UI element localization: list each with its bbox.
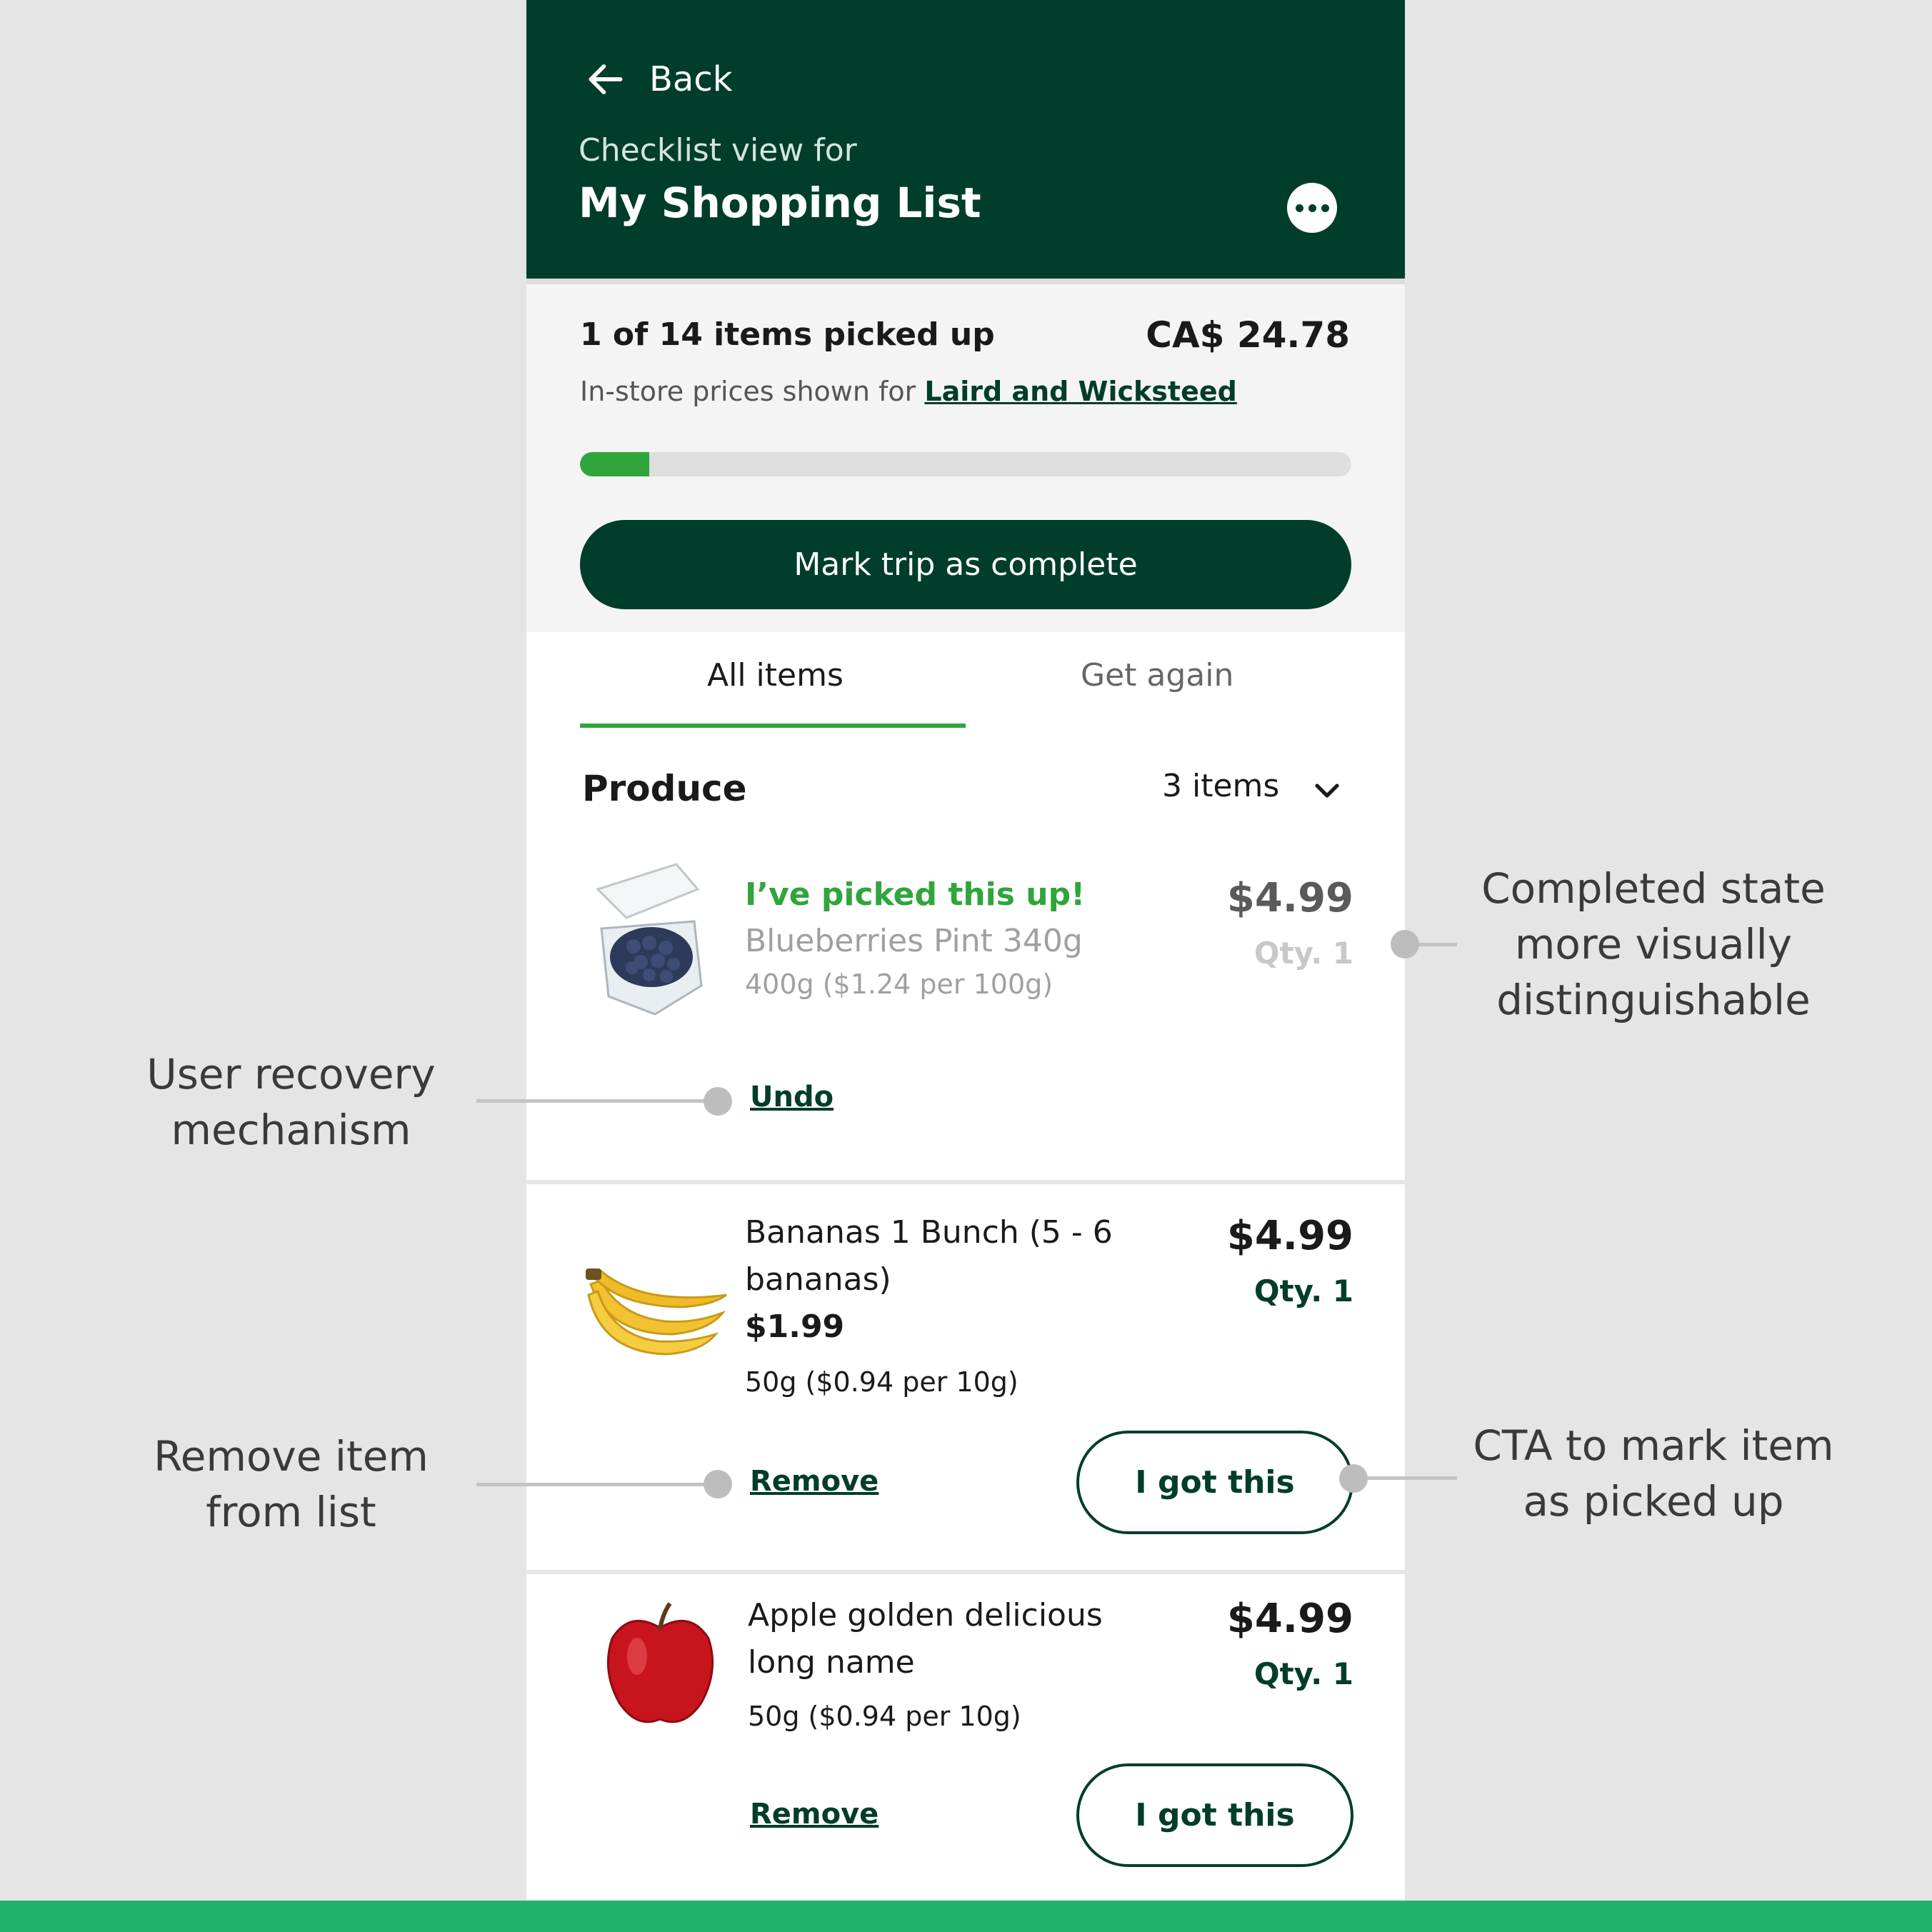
annotation-remove: Remove item from list xyxy=(93,1428,489,1540)
store-prefix: In-store prices shown for xyxy=(580,376,916,407)
back-button[interactable]: Back xyxy=(584,57,733,101)
annotation-line: Remove item xyxy=(154,1432,429,1481)
page-title: My Shopping List xyxy=(579,179,981,227)
bananas-image xyxy=(586,1268,727,1356)
i-got-this-button[interactable]: I got this xyxy=(1076,1763,1353,1867)
back-label: Back xyxy=(649,59,733,99)
annotation-line: User recovery xyxy=(146,1050,436,1098)
list-item: Bananas 1 Bunch (5 - 6 bananas) $1.99 50… xyxy=(526,1184,1405,1570)
item-sale-price: $1.99 xyxy=(745,1308,845,1345)
mark-trip-complete-button[interactable]: Mark trip as complete xyxy=(580,520,1351,609)
item-price: $4.99 xyxy=(1226,1213,1353,1259)
item-name-line1: Bananas 1 Bunch (5 - 6 xyxy=(745,1214,1113,1251)
header: Back Checklist view for My Shopping List xyxy=(526,0,1405,279)
store-line: In-store prices shown for Laird and Wick… xyxy=(580,376,1237,407)
annotation-dot xyxy=(704,1470,732,1498)
tab-get-again[interactable]: Get again xyxy=(1081,657,1233,694)
bottom-accent-bar xyxy=(0,1901,1932,1932)
progress-bar xyxy=(580,452,1351,476)
remove-link[interactable]: Remove xyxy=(750,1465,879,1498)
phone-screen: Back Checklist view for My Shopping List… xyxy=(526,0,1405,1901)
annotation-line: from list xyxy=(206,1488,376,1536)
i-got-this-button[interactable]: I got this xyxy=(1076,1431,1353,1534)
item-unit-price: 50g ($0.94 per 10g) xyxy=(748,1701,1021,1732)
annotation-cta: CTA to mark item as picked up xyxy=(1443,1418,1864,1529)
annotation-line: distinguishable xyxy=(1496,976,1811,1024)
section-header-produce[interactable]: Produce 3 items xyxy=(526,757,1405,821)
annotation-dot xyxy=(1339,1464,1368,1493)
annotation-connector xyxy=(476,1099,716,1103)
item-qty: Qty. 1 xyxy=(1253,1656,1353,1691)
item-name-line2: bananas) xyxy=(745,1261,891,1298)
blueberries-image xyxy=(596,863,703,1016)
item-price: $4.99 xyxy=(1226,875,1353,921)
annotation-dot xyxy=(704,1087,732,1116)
section-title: Produce xyxy=(582,768,747,809)
list-item: Apple golden delicious long name 50g ($0… xyxy=(526,1574,1405,1901)
annotation-line: mechanism xyxy=(171,1106,411,1154)
more-options-icon[interactable] xyxy=(1287,183,1337,233)
annotation-connector xyxy=(1353,1476,1457,1480)
section-count: 3 items xyxy=(1162,768,1280,804)
progress-fill xyxy=(580,452,650,476)
remove-link[interactable]: Remove xyxy=(750,1798,879,1831)
apple-image xyxy=(606,1602,714,1723)
item-name: Blueberries Pint 340g xyxy=(745,923,1083,959)
list-item: I’ve picked this up! Blueberries Pint 34… xyxy=(526,846,1405,1182)
annotation-connector xyxy=(476,1483,716,1486)
trip-summary: 1 of 14 items picked up CA$ 24.78 In-sto… xyxy=(526,279,1405,632)
tab-bar: All items Get again xyxy=(526,632,1405,732)
annotation-line: CTA to mark item xyxy=(1473,1421,1834,1470)
annotation-recovery: User recovery mechanism xyxy=(93,1046,489,1158)
active-tab-indicator xyxy=(580,724,966,728)
total-price: CA$ 24.78 xyxy=(1146,314,1350,356)
item-name-line2: long name xyxy=(748,1644,915,1681)
annotation-dot xyxy=(1391,930,1419,959)
item-unit-price: 400g ($1.24 per 100g) xyxy=(745,968,1053,1000)
arrow-left-icon xyxy=(589,64,623,94)
annotation-line: more visually xyxy=(1514,920,1793,968)
item-price: $4.99 xyxy=(1226,1596,1353,1642)
annotation-line: as picked up xyxy=(1523,1477,1784,1526)
item-qty: Qty. 1 xyxy=(1253,936,1353,971)
undo-link[interactable]: Undo xyxy=(750,1081,834,1113)
item-qty: Qty. 1 xyxy=(1253,1273,1353,1308)
picked-count: 1 of 14 items picked up xyxy=(580,316,995,353)
picked-status: I’ve picked this up! xyxy=(745,876,1086,913)
store-link[interactable]: Laird and Wicksteed xyxy=(924,376,1236,407)
tab-all-items[interactable]: All items xyxy=(707,657,844,694)
chevron-down-icon[interactable] xyxy=(1310,773,1344,807)
header-subtitle: Checklist view for xyxy=(579,132,857,169)
item-name-line1: Apple golden delicious xyxy=(748,1597,1103,1633)
annotation-completed-state: Completed state more visually distinguis… xyxy=(1443,861,1864,1028)
annotation-line: Completed state xyxy=(1481,864,1826,913)
item-unit-price: 50g ($0.94 per 10g) xyxy=(745,1366,1018,1398)
